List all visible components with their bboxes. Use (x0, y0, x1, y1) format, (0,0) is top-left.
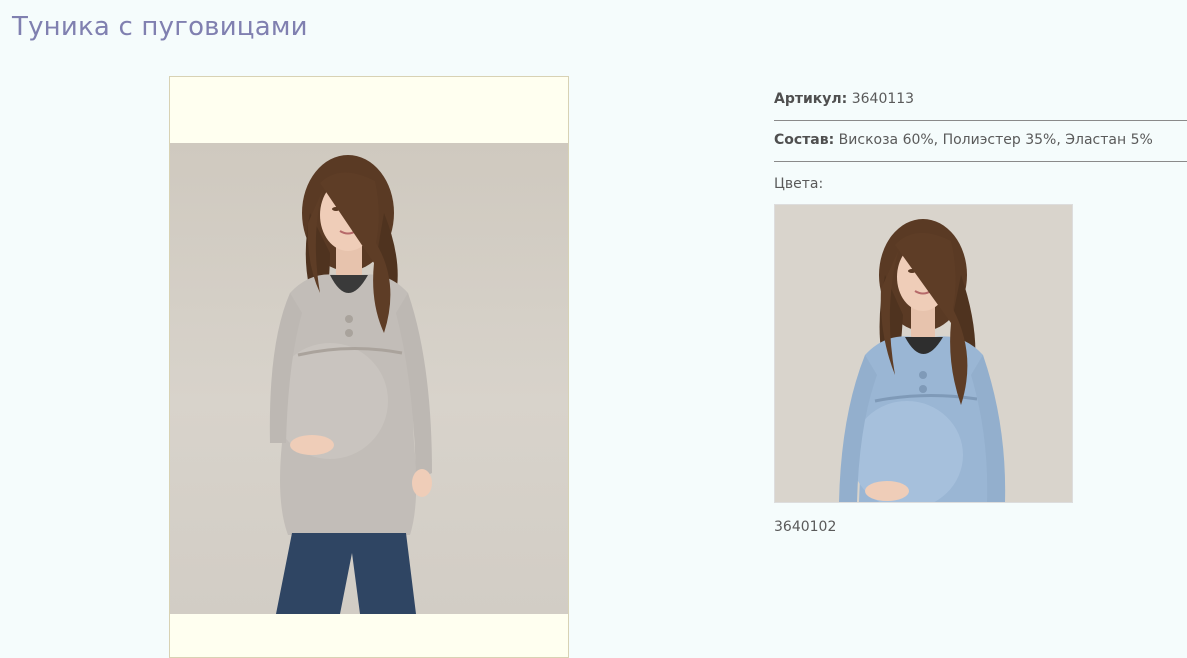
article-label: Артикул: (774, 91, 848, 107)
model-illustration (269, 155, 432, 614)
composition-value: Вискоза 60%, Полиэстер 35%, Эластан 5% (838, 132, 1153, 148)
article-value: 3640113 (851, 91, 915, 107)
color-variant-thumbnail[interactable] (774, 204, 1073, 503)
main-photo-frame (169, 76, 569, 658)
composition-row: Состав: Вискоза 60%, Полиэстер 35%, Элас… (774, 121, 1187, 162)
colors-label: Цвета: (774, 176, 824, 192)
article-row: Артикул: 3640113 (774, 80, 1187, 121)
variant-code: 3640102 (774, 519, 837, 535)
product-details: Артикул: 3640113 Состав: Вискоза 60%, По… (774, 80, 1187, 535)
composition-label: Состав: (774, 132, 835, 148)
page-title: Туника с пуговицами (12, 12, 308, 42)
variant-model-illustration (775, 205, 1072, 502)
main-product-photo[interactable] (170, 143, 568, 614)
